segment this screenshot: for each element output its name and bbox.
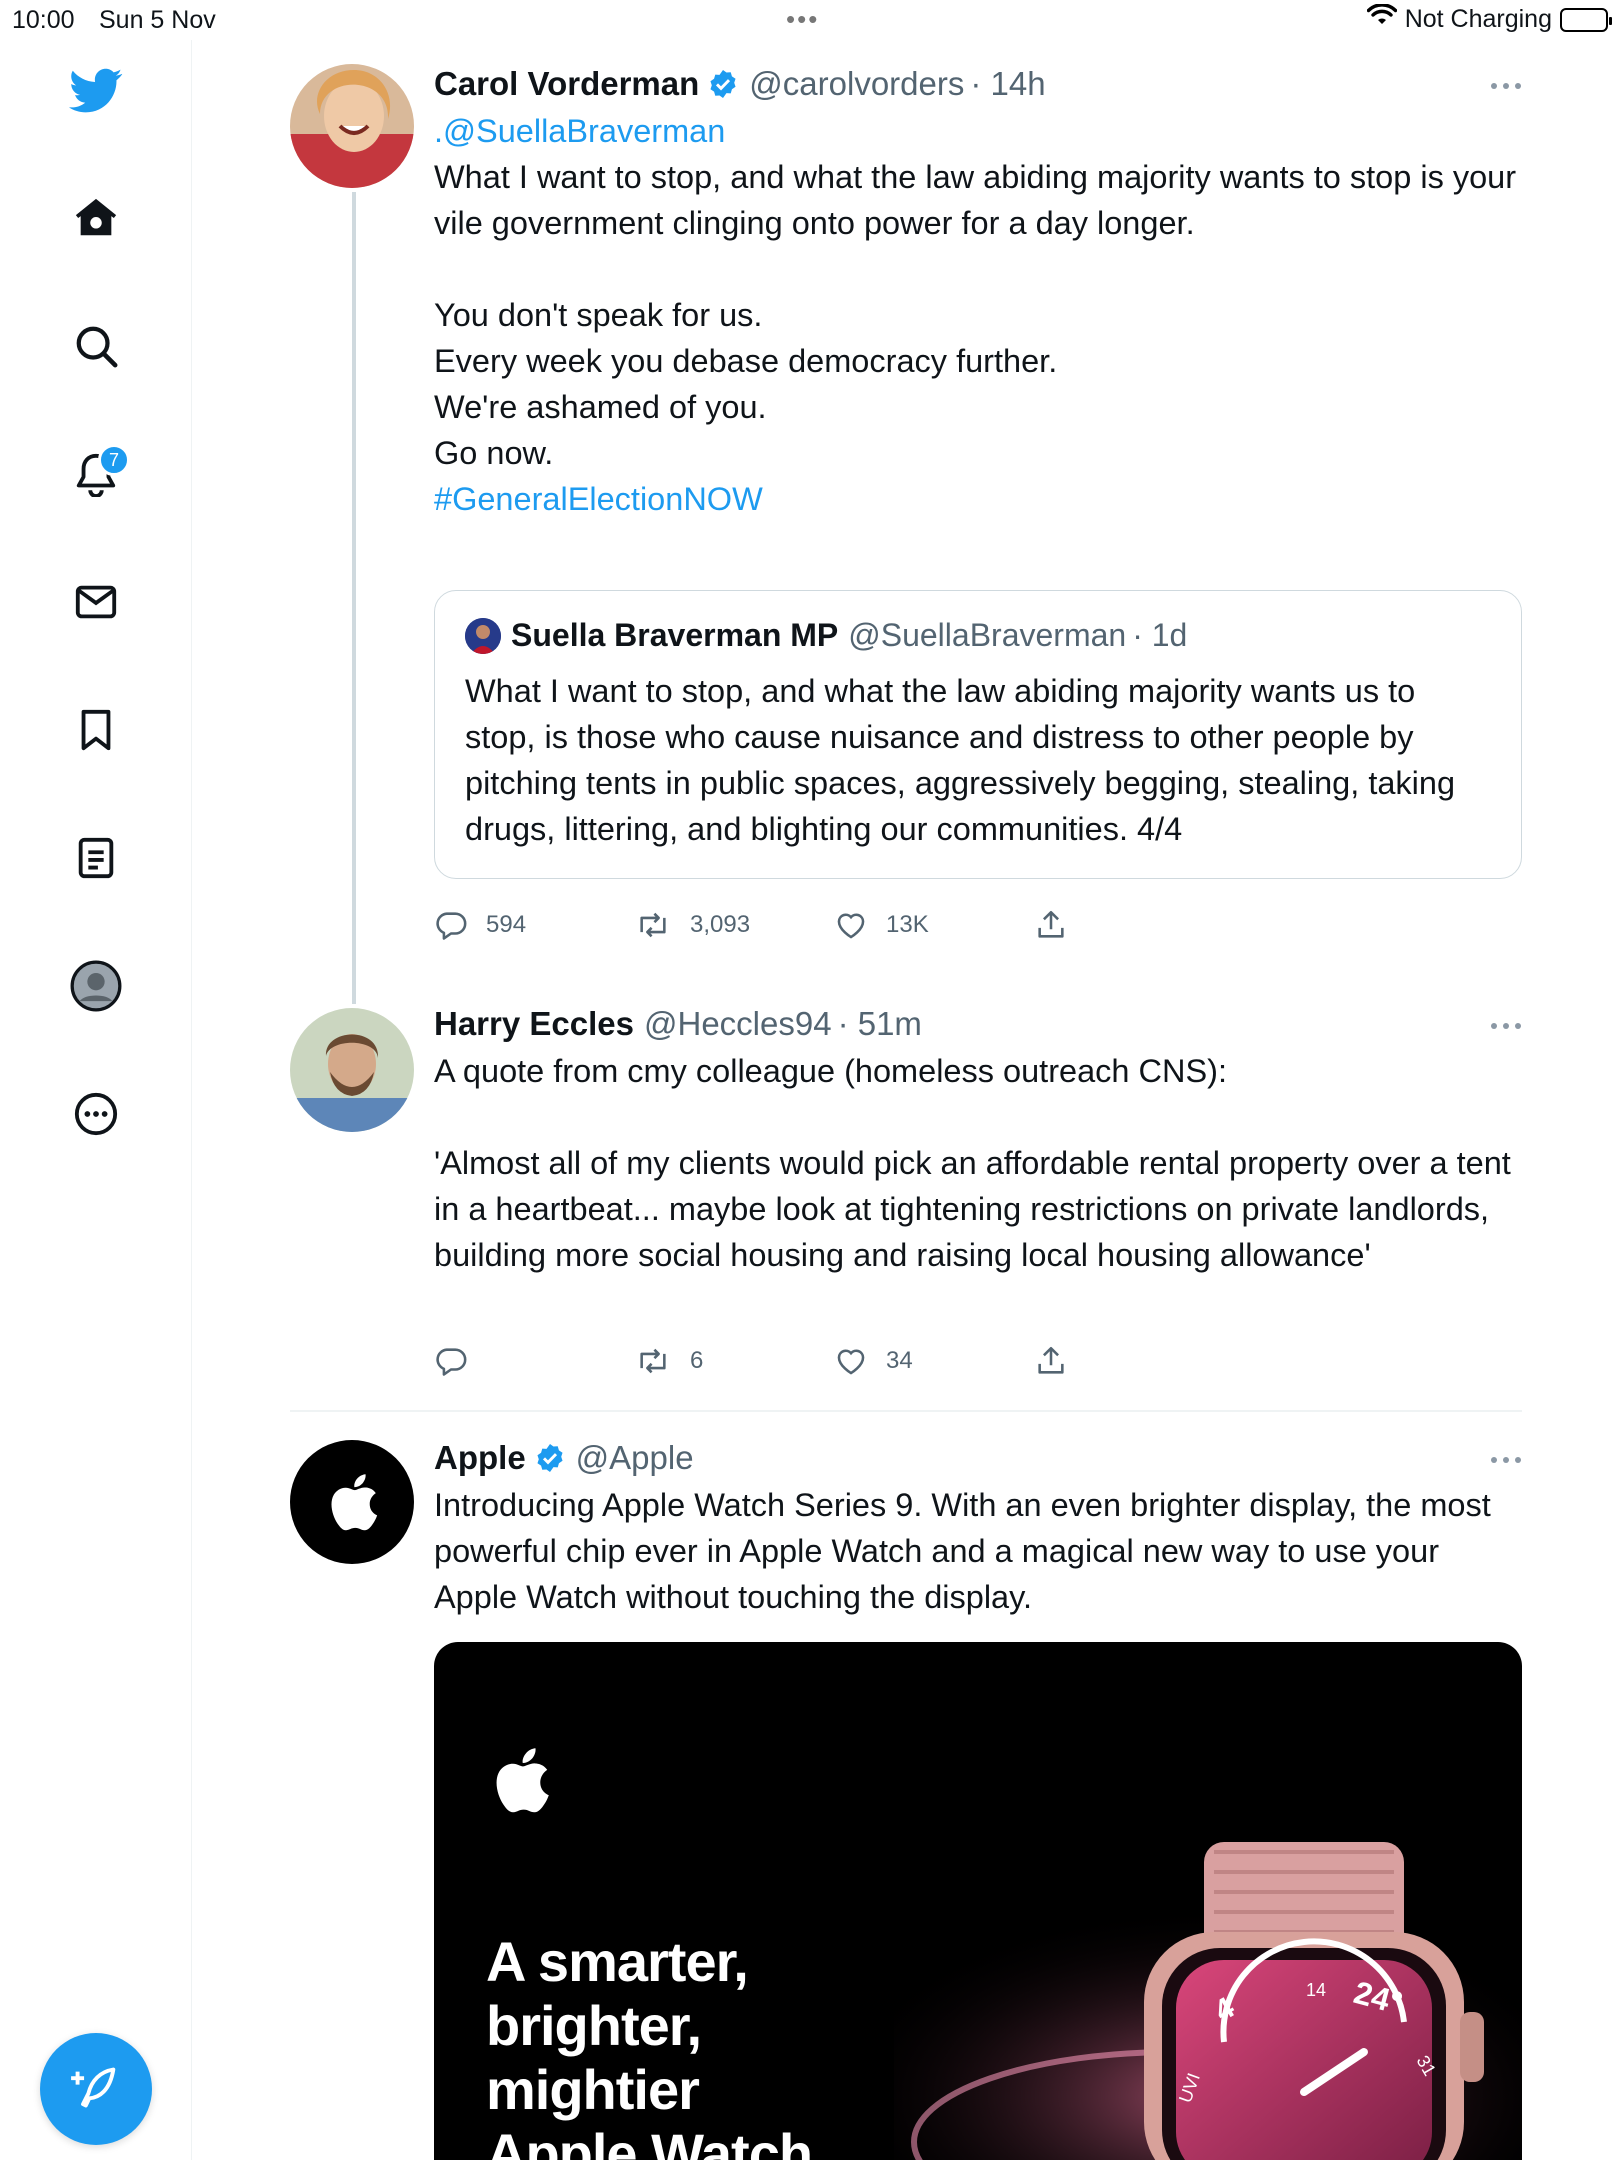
like-button[interactable]: 34	[834, 1344, 913, 1378]
tweet-media-image[interactable]: A smarter, brighter, mightier Apple Watc…	[434, 1642, 1522, 2160]
share-button[interactable]	[1034, 1344, 1068, 1378]
retweet-button[interactable]: 6	[634, 1344, 703, 1378]
status-time: 10:00	[12, 6, 75, 34]
tweet-apple[interactable]: Apple @Apple Introducing Apple Watch Ser…	[290, 1438, 1522, 2160]
compose-feather-icon	[71, 2067, 116, 2108]
like-count: 34	[886, 1347, 913, 1374]
tweet-header: Harry Eccles @Heccles94 · 51m	[434, 1004, 1522, 1044]
author-name[interactable]: Harry Eccles	[434, 1004, 634, 1044]
quote-avatar	[465, 617, 501, 654]
notifications-badge: 7	[98, 444, 130, 476]
author-handle[interactable]: @Heccles94	[644, 1004, 832, 1044]
like-button[interactable]: 13K	[834, 908, 929, 942]
battery-label: Not Charging	[1404, 5, 1552, 33]
twitter-logo-icon[interactable]	[66, 61, 126, 121]
author-name[interactable]: Carol Vorderman	[434, 64, 699, 104]
share-icon	[1038, 1346, 1064, 1374]
search-icon[interactable]	[66, 316, 126, 376]
tweet-header: Apple @Apple	[434, 1438, 1522, 1478]
hashtag-link[interactable]: #GeneralElectionNOW	[434, 476, 1522, 522]
tweet-carol-vorderman[interactable]: Carol Vorderman @carolvorders · 14h .@Su…	[290, 64, 1522, 964]
avatar[interactable]	[290, 1008, 414, 1132]
quote-timestamp: · 1d	[1132, 617, 1188, 653]
author-name[interactable]: Apple	[434, 1438, 526, 1478]
verified-badge-icon	[534, 1442, 566, 1474]
mention-link[interactable]: .@SuellaBraverman	[434, 108, 1522, 154]
quote-author-handle: @SuellaBraverman	[848, 617, 1127, 653]
tweet-actions: 594 3,093 13K	[434, 908, 1334, 948]
retweet-icon	[640, 1348, 666, 1374]
tweet-text: What I want to stop, and what the law ab…	[434, 159, 1517, 471]
quote-header: Suella Braverman MP @SuellaBraverman · 1…	[465, 617, 1491, 654]
retweet-icon	[640, 912, 666, 938]
status-date: Sun 5 Nov	[99, 6, 216, 34]
status-right: Not Charging	[1366, 3, 1612, 35]
verified-badge-icon	[707, 68, 739, 100]
sidebar: 7	[0, 40, 192, 2160]
tweet-timestamp[interactable]: · 14h	[970, 64, 1045, 104]
apple-logo-icon	[331, 1474, 378, 1531]
reply-icon	[436, 912, 467, 940]
wifi-icon	[1366, 3, 1397, 35]
watch-complication-2: 14	[1306, 1980, 1326, 2000]
reply-button[interactable]: 594	[434, 908, 526, 942]
reply-button[interactable]	[434, 1344, 486, 1378]
media-headline-line-3: mightier	[486, 2058, 700, 2121]
home-icon[interactable]	[66, 188, 126, 248]
tweet-divider	[290, 1410, 1522, 1412]
like-count: 13K	[886, 911, 929, 938]
share-button[interactable]	[1034, 908, 1068, 942]
avatar[interactable]	[290, 1440, 414, 1564]
reply-count: 594	[486, 911, 527, 938]
tweet-text: A quote from cmy colleague (homeless out…	[434, 1053, 1511, 1273]
tweet-more-icon[interactable]	[1490, 1018, 1522, 1036]
bookmarks-icon[interactable]	[66, 700, 126, 760]
retweet-count: 6	[690, 1347, 704, 1374]
quote-author-name: Suella Braverman MP	[511, 617, 839, 653]
messages-envelope-icon[interactable]	[66, 572, 126, 632]
author-handle[interactable]: @carolvorders	[749, 64, 964, 104]
multitasking-dots[interactable]: •••	[786, 4, 819, 35]
tweet-actions: 6 34	[434, 1344, 1334, 1384]
retweet-count: 3,093	[690, 911, 751, 938]
tweet-timestamp[interactable]: · 51m	[838, 1004, 922, 1044]
media-headline: A smarter, brighter, mightier Apple Watc…	[486, 1930, 813, 2160]
compose-tweet-button[interactable]	[40, 2033, 152, 2145]
media-headline-line-2: brighter,	[486, 1994, 702, 2057]
tweet-more-icon[interactable]	[1490, 78, 1522, 96]
more-options-icon[interactable]	[66, 1084, 126, 1144]
heart-icon	[837, 913, 865, 939]
avatar[interactable]	[290, 64, 414, 188]
heart-icon	[837, 1349, 865, 1375]
tweet-header: Carol Vorderman @carolvorders · 14h	[434, 64, 1522, 104]
profile-avatar-icon[interactable]	[66, 956, 126, 1016]
battery-icon	[1560, 7, 1612, 32]
status-bar: 10:00 Sun 5 Nov ••• Not Charging	[0, 0, 1620, 40]
apple-watch-illustration: 4 14 24° UVI 31	[894, 1842, 1522, 2160]
quote-text: What I want to stop, and what the law ab…	[465, 673, 1456, 847]
lists-icon[interactable]	[66, 828, 126, 888]
tweet-more-icon[interactable]	[1490, 1452, 1522, 1470]
media-headline-line-4: Apple Watch	[486, 2122, 813, 2160]
notifications-bell-icon[interactable]: 7	[66, 444, 130, 504]
share-icon	[1038, 910, 1064, 938]
author-handle[interactable]: @Apple	[576, 1438, 694, 1478]
reply-icon	[436, 1348, 467, 1376]
media-headline-line-1: A smarter,	[486, 1930, 749, 1993]
retweet-button[interactable]: 3,093	[634, 908, 750, 942]
quoted-tweet[interactable]: Suella Braverman MP @SuellaBraverman · 1…	[434, 590, 1522, 879]
media-apple-logo-icon	[496, 1748, 549, 1813]
tweet-text: Introducing Apple Watch Series 9. With a…	[434, 1487, 1500, 1615]
tweet-harry-eccles[interactable]: Harry Eccles @Heccles94 · 51m A quote fr…	[290, 1004, 1522, 1404]
